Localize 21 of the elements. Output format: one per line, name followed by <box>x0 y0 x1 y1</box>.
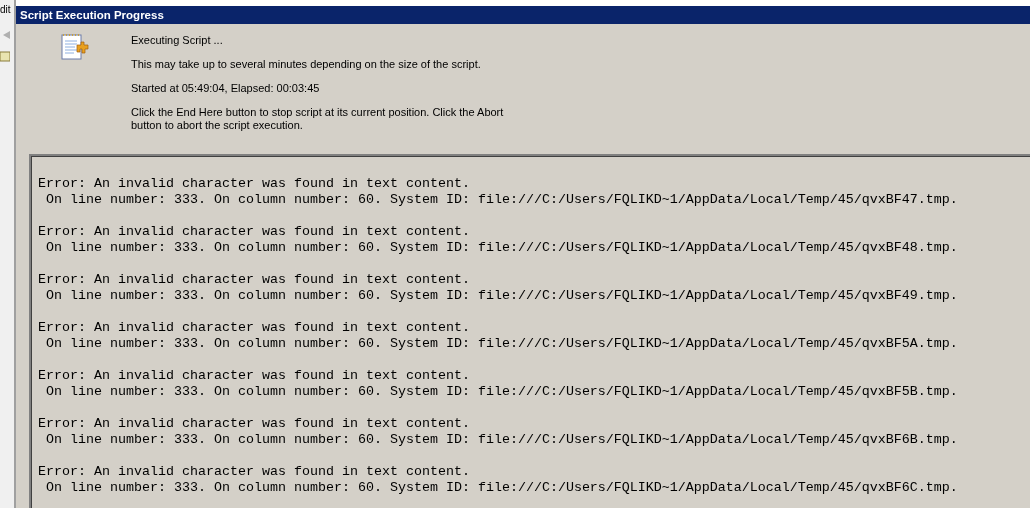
error-message: Error: An invalid character was found in text content. <box>38 272 470 288</box>
error-detail: On line number: 333. On column number: 60. System ID: file:///C:/Users/FQLIKD~1/AppData/Local/Temp/45/qvxBF6C.tmp. <box>45 480 958 496</box>
error-message: Error: An invalid character was found in text content. <box>38 368 470 384</box>
error-detail: On line number: 333. On column number: 60. System ID: file:///C:/Users/FQLIKD~1/AppData/Local/Temp/45/qvxBF5A.tmp. <box>45 336 958 352</box>
error-detail: On line number: 333. On column number: 60. System ID: file:///C:/Users/FQLIKD~1/AppData/Local/Temp/45/qvxBF48.tmp. <box>45 240 958 256</box>
error-message: Error: An invalid character was found in text content. <box>38 416 470 432</box>
error-detail: On line number: 333. On column number: 60. System ID: file:///C:/Users/FQLIKD~1/AppData/Local/Temp/45/qvxBF5B.tmp. <box>45 384 958 400</box>
note-text: This may take up to several minutes depending on the size of the script. <box>131 58 482 71</box>
error-detail: On line number: 333. On column number: 60. System ID: file:///C:/Users/FQLIKD~1/AppData/Local/Temp/45/qvxBF47.tmp. <box>45 192 958 208</box>
error-message: Error: An invalid character was found in text content. <box>38 224 470 240</box>
elapsed-time-text: Started at 05:49:04, Elapsed: 00:03:45 <box>131 82 321 95</box>
error-message: Error: An invalid character was found in text content. <box>38 464 470 480</box>
error-message: Error: An invalid character was found in text content. <box>38 320 470 336</box>
error-detail: On line number: 333. On column number: 60. System ID: file:///C:/Users/FQLIKD~1/AppData/Local/Temp/45/qvxBF6B.tmp. <box>45 432 958 448</box>
menu-text[interactable]: dit <box>0 0 11 20</box>
status-text: Executing Script ... <box>131 34 224 47</box>
error-detail: On line number: 333. On column number: 60. System ID: file:///C:/Users/FQLIKD~1/AppData/Local/Temp/45/qvxBF49.tmp. <box>45 288 958 304</box>
error-message: Error: An invalid character was found in text content. <box>38 176 470 192</box>
folder-icon[interactable] <box>0 50 10 62</box>
window-title: Script Execution Progress <box>16 6 1030 24</box>
instructions-text: Click the End Here button to stop script at its current position. Click the Abort button to abort the script execution. <box>131 106 505 132</box>
